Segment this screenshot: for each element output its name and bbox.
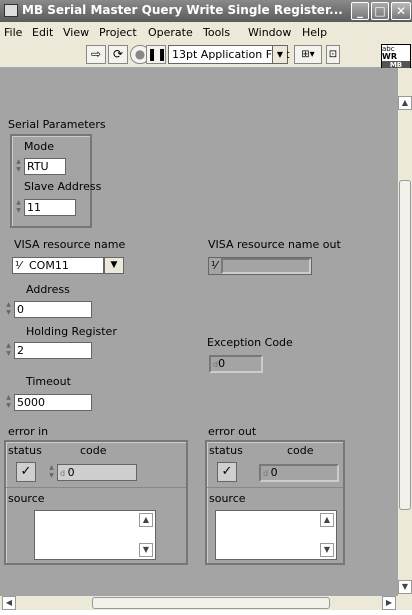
visa-resource-out-label: VISA resource name out <box>208 238 341 251</box>
window-title: MB Serial Master Query Write Single Regi… <box>22 3 343 17</box>
align-objects-icon[interactable]: ⊞▾ <box>294 45 322 64</box>
slave-address-field[interactable]: 11 <box>24 199 76 216</box>
error-out-source-textbox: ▲ ▼ <box>215 510 337 560</box>
horizontal-scrollbar[interactable]: ◀ ▶ <box>0 596 398 610</box>
serial-parameters-label: Serial Parameters <box>8 118 106 131</box>
holding-register-spinner[interactable]: ▲ ▼ <box>4 342 13 359</box>
menu-tools[interactable]: Tools <box>203 26 230 39</box>
maximize-button[interactable]: □ <box>371 2 389 20</box>
scroll-right-icon[interactable]: ▶ <box>382 596 396 610</box>
chevron-down-icon: ▼ <box>110 260 118 270</box>
holding-register-field[interactable]: 2 <box>14 342 92 359</box>
run-arrow-icon[interactable]: ⇨ <box>86 45 106 64</box>
menu-file[interactable]: File <box>4 26 22 39</box>
error-out-code-value: 0 <box>270 466 278 479</box>
pause-icon[interactable]: ❚❚ <box>146 45 167 64</box>
exception-code-label: Exception Code <box>207 336 293 349</box>
visa-resource-field[interactable]: ⅟ COM11 <box>12 257 104 274</box>
scroll-up-icon[interactable]: ▲ <box>139 513 153 527</box>
visa-resource-out-indicator: ⅟ <box>208 257 312 275</box>
error-in-code-field[interactable]: d 0 <box>57 464 137 481</box>
timeout-field[interactable]: 5000 <box>14 394 92 411</box>
visa-icon: ⅟ <box>15 259 22 272</box>
exception-code-value: 0 <box>218 357 226 370</box>
visa-dropdown-button[interactable]: ▼ <box>104 257 124 274</box>
distribute-objects-icon[interactable]: ⊡ <box>326 45 340 64</box>
error-in-code-label: code <box>80 444 107 457</box>
slave-address-label: Slave Address <box>24 180 102 193</box>
menu-edit[interactable]: Edit <box>32 26 53 39</box>
address-spinner[interactable]: ▲ ▼ <box>4 301 13 318</box>
front-panel: Serial Parameters Mode ▲ ▼ RTU Slave Addr… <box>0 68 398 596</box>
vertical-scrollbar[interactable]: ▲ ▼ <box>398 68 412 596</box>
font-select[interactable]: 13pt Application Font ▼ <box>168 45 290 64</box>
error-in-code-spinner[interactable]: ▲ ▼ <box>47 464 56 481</box>
scroll-down-icon[interactable]: ▼ <box>320 543 334 557</box>
menu-bar: File Edit View Project Operate Tools Win… <box>0 22 412 42</box>
mode-spinner[interactable]: ▲ ▼ <box>14 158 23 175</box>
exception-code-indicator: d0 <box>209 355 263 373</box>
timeout-spinner[interactable]: ▲ ▼ <box>4 394 13 411</box>
mode-label: Mode <box>24 140 54 153</box>
scroll-down-icon[interactable]: ▼ <box>398 580 412 594</box>
holding-register-label: Holding Register <box>26 325 117 338</box>
visa-icon: ⅟ <box>211 259 218 272</box>
error-out-label: error out <box>208 425 257 438</box>
error-out-source-label: source <box>209 492 246 505</box>
error-in-source-textbox[interactable]: ▲ ▼ <box>34 510 156 560</box>
address-field[interactable]: 0 <box>14 301 92 318</box>
visa-resource-out-value <box>221 258 311 274</box>
vi-icon-line2: WR <box>382 52 397 61</box>
address-label: Address <box>26 283 70 296</box>
error-in-source-label: source <box>8 492 45 505</box>
menu-window[interactable]: Window <box>248 26 291 39</box>
menu-view[interactable]: View <box>63 26 89 39</box>
scroll-up-icon[interactable]: ▲ <box>398 96 412 110</box>
error-out-code-label: code <box>287 444 314 457</box>
error-out-status-label: status <box>209 444 243 457</box>
scroll-down-icon[interactable]: ▼ <box>139 543 153 557</box>
minimize-button[interactable]: _ <box>351 2 369 20</box>
visa-resource-value: COM11 <box>29 259 69 272</box>
error-out-code-indicator: d 0 <box>259 464 339 482</box>
timeout-label: Timeout <box>26 375 71 388</box>
horizontal-scroll-thumb[interactable] <box>92 597 330 609</box>
toolbar: ⇨ ⟳ ● ❚❚ 13pt Application Font ▼ ⊞▾ ⊡ <box>0 42 412 68</box>
scroll-left-icon[interactable]: ◀ <box>2 596 16 610</box>
error-in-status-checkbox[interactable]: ✓ <box>16 462 36 482</box>
scrollbar-corner <box>398 596 412 610</box>
menu-operate[interactable]: Operate <box>148 26 193 39</box>
numeric-indicator-icon: d <box>60 469 68 478</box>
app-icon <box>4 4 18 17</box>
slave-address-spinner[interactable]: ▲ ▼ <box>14 199 23 216</box>
run-continuously-icon[interactable]: ⟳ <box>108 45 128 64</box>
error-in-status-label: status <box>8 444 42 457</box>
vertical-scroll-thumb[interactable] <box>399 180 411 510</box>
error-out-status-indicator: ✓ <box>217 462 237 482</box>
title-bar: MB Serial Master Query Write Single Regi… <box>0 0 412 22</box>
error-in-cluster: status code ✓ ▲ ▼ d 0 source ▲ ▼ <box>4 440 188 565</box>
scroll-up-icon[interactable]: ▲ <box>320 513 334 527</box>
error-out-cluster: status code ✓ d 0 source ▲ ▼ <box>205 440 345 565</box>
close-button[interactable]: ✕ <box>391 2 411 20</box>
mode-field[interactable]: RTU <box>24 158 66 175</box>
error-in-label: error in <box>8 425 49 438</box>
menu-project[interactable]: Project <box>99 26 137 39</box>
serial-parameters-cluster: Mode ▲ ▼ RTU Slave Address ▲ ▼ 11 <box>10 134 101 228</box>
visa-resource-label: VISA resource name <box>14 238 126 251</box>
chevron-down-icon: ▼ <box>272 46 287 63</box>
numeric-indicator-icon: d <box>263 469 271 478</box>
error-in-code-value: 0 <box>67 466 75 479</box>
menu-help[interactable]: Help <box>302 26 327 39</box>
